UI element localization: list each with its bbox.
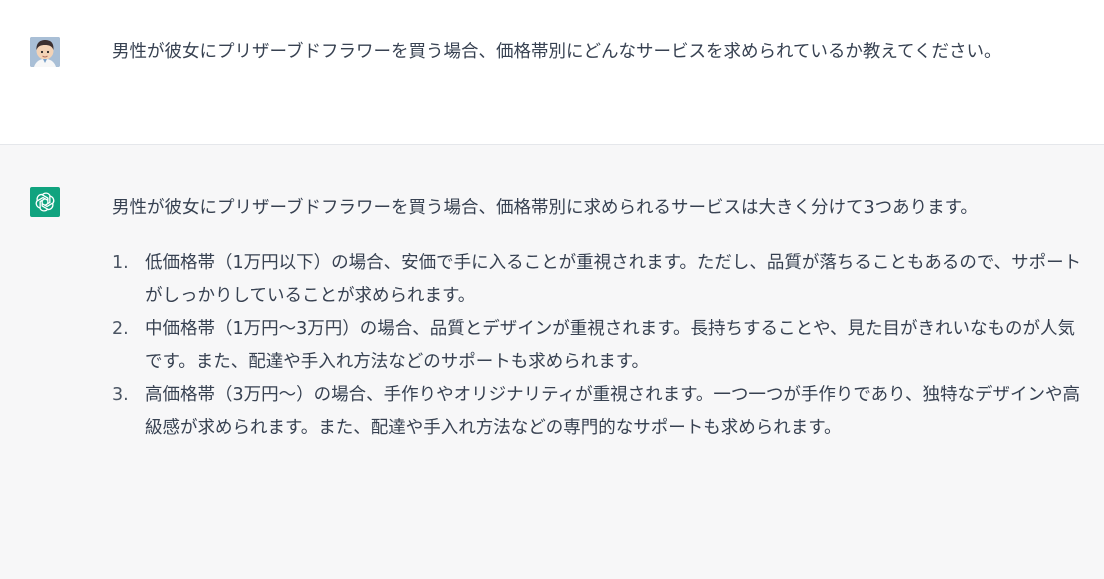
list-item-text: 高価格帯（3万円〜）の場合、手作りやオリジナリティが重視されます。一つ一つが手作… [145,385,1080,438]
answer-list: 1. 低価格帯（1万円以下）の場合、安価で手に入ることが重視されます。ただし、品… [112,247,1087,445]
assistant-intro-text: 男性が彼女にプリザーブドフラワーを買う場合、価格帯別に求められるサービスは大きく… [112,198,978,218]
list-item-low-price: 1. 低価格帯（1万円以下）の場合、安価で手に入ることが重視されます。ただし、品… [112,247,1087,313]
assistant-message-body: 男性が彼女にプリザーブドフラワーを買う場合、価格帯別に求められるサービスは大きく… [112,192,1087,445]
list-item-high-price: 3. 高価格帯（3万円〜）の場合、手作りやオリジナリティが重視されます。一つ一つ… [112,379,1087,445]
list-item-number: 2. [112,319,129,339]
user-message-text: 男性が彼女にプリザーブドフラワーを買う場合、価格帯別にどんなサービスを求められて… [112,42,1002,62]
user-message: 男性が彼女にプリザーブドフラワーを買う場合、価格帯別にどんなサービスを求められて… [0,0,1104,145]
list-item-mid-price: 2. 中価格帯（1万円〜3万円）の場合、品質とデザインが重視されます。長持ちする… [112,313,1087,379]
assistant-message: 男性が彼女にプリザーブドフラワーを買う場合、価格帯別に求められるサービスは大きく… [0,145,1104,579]
openai-logo-icon [30,187,60,217]
user-message-body: 男性が彼女にプリザーブドフラワーを買う場合、価格帯別にどんなサービスを求められて… [112,36,1087,69]
list-item-number: 3. [112,385,129,405]
user-avatar-icon [30,37,60,67]
list-item-text: 中価格帯（1万円〜3万円）の場合、品質とデザインが重視されます。長持ちすることや… [145,319,1075,372]
list-item-number: 1. [112,253,129,273]
list-item-text: 低価格帯（1万円以下）の場合、安価で手に入ることが重視されます。ただし、品質が落… [145,253,1082,306]
